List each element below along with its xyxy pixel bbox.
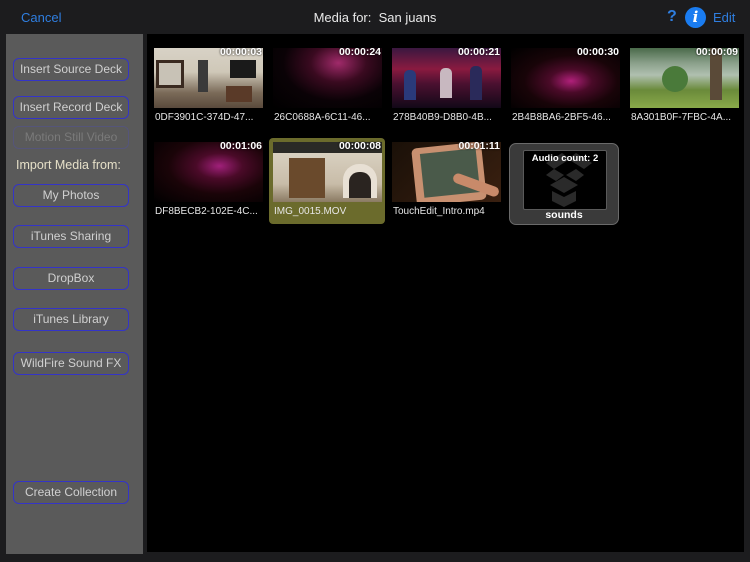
media-name: 0DF3901C-374D-47... xyxy=(155,112,254,123)
edit-button[interactable]: Edit xyxy=(713,10,735,25)
media-item[interactable]: 00:00:03 0DF3901C-374D-47... xyxy=(150,44,266,130)
sidebar: Insert Source Deck Insert Record Deck Mo… xyxy=(6,34,143,554)
page-title: Media for: San juans xyxy=(0,10,750,25)
insert-record-deck-button[interactable]: Insert Record Deck xyxy=(13,96,129,119)
media-item-selected[interactable]: 00:00:08 IMG_0015.MOV xyxy=(269,138,385,224)
media-grid: 00:00:03 0DF3901C-374D-47... 00:00:24 26… xyxy=(147,34,744,552)
duration-label: 00:01:06 xyxy=(219,140,262,152)
help-icon[interactable]: ? xyxy=(667,8,677,26)
media-item[interactable]: 00:01:06 DF8BECB2-102E-4C... xyxy=(150,138,266,224)
media-item[interactable]: 00:00:30 2B4B8BA6-2BF5-46... xyxy=(507,44,623,130)
media-name: 8A301B0F-7FBC-4A... xyxy=(631,112,732,123)
duration-label: 00:00:30 xyxy=(576,46,619,58)
media-name: TouchEdit_Intro.mp4 xyxy=(393,206,485,217)
media-name: DF8BECB2-102E-4C... xyxy=(155,206,258,217)
source-wildfire-sound-fx-button[interactable]: WildFire Sound FX xyxy=(13,352,129,375)
source-itunes-sharing-button[interactable]: iTunes Sharing xyxy=(13,225,129,248)
media-item[interactable]: 00:00:21 278B40B9-D8B0-4B... xyxy=(388,44,504,130)
duration-label: 00:00:03 xyxy=(219,46,262,58)
duration-label: 00:00:24 xyxy=(338,46,381,58)
source-my-photos-button[interactable]: My Photos xyxy=(13,184,129,207)
project-name: San juans xyxy=(378,10,437,25)
audio-folder[interactable]: Audio count: 2 sounds xyxy=(509,143,619,225)
media-name: IMG_0015.MOV xyxy=(274,206,347,217)
media-name: 26C0688A-6C11-46... xyxy=(274,112,371,123)
folder-name: sounds xyxy=(545,209,583,221)
media-name: 2B4B8BA6-2BF5-46... xyxy=(512,112,611,123)
create-collection-button[interactable]: Create Collection xyxy=(13,481,129,504)
navigation-bar: Cancel Media for: San juans ? i Edit xyxy=(0,0,750,34)
media-item[interactable]: 00:00:24 26C0688A-6C11-46... xyxy=(269,44,385,130)
insert-source-deck-button[interactable]: Insert Source Deck xyxy=(13,58,129,81)
duration-label: 00:00:21 xyxy=(457,46,500,58)
duration-label: 00:00:08 xyxy=(338,140,381,152)
title-prefix: Media for: xyxy=(313,10,372,25)
import-media-label: Import Media from: xyxy=(16,158,121,172)
media-item[interactable]: 00:01:11 TouchEdit_Intro.mp4 xyxy=(388,138,504,224)
duration-label: 00:01:11 xyxy=(458,140,500,152)
motion-still-video-button: Motion Still Video xyxy=(13,126,129,149)
media-item[interactable]: 00:00:09 8A301B0F-7FBC-4A... xyxy=(626,44,742,130)
source-dropbox-button[interactable]: DropBox xyxy=(13,267,129,290)
source-itunes-library-button[interactable]: iTunes Library xyxy=(13,308,129,331)
folder-preview: Audio count: 2 xyxy=(523,150,607,210)
duration-label: 00:00:09 xyxy=(695,46,738,58)
media-name: 278B40B9-D8B0-4B... xyxy=(393,112,492,123)
audio-count-label: Audio count: 2 xyxy=(531,153,599,164)
info-icon[interactable]: i xyxy=(685,7,706,28)
